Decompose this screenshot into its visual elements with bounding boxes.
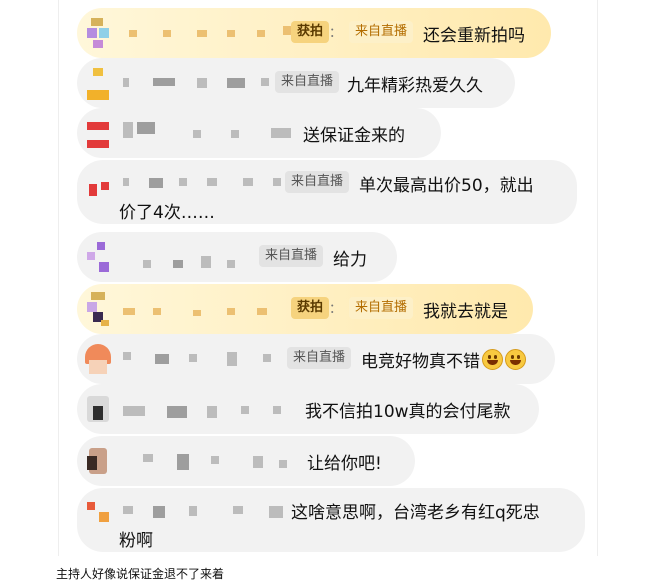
comment-text-line2: 粉啊 <box>119 531 153 551</box>
username-blurred <box>123 58 273 108</box>
comment-bubble-6: 获拍 ： 来自直播 我就去就是 <box>77 284 533 334</box>
comment-text: 我就去就是 <box>423 302 508 322</box>
source-tag: 来自直播 <box>349 297 414 319</box>
comment-bubble-4: 来自直播 单次最高出价50，就出 价了4次…… <box>77 160 577 224</box>
avatar <box>83 238 113 276</box>
comment-text-line1: 这啥意思啊，台湾老乡有红q死忠 <box>291 503 540 523</box>
username-blurred <box>123 108 293 158</box>
source-tag: 来自直播 <box>259 245 324 267</box>
bid-tag: 获拍 <box>291 297 330 319</box>
caption-text: 主持人好像说保证金退不了来着 <box>56 567 225 581</box>
username-blurred <box>123 160 293 200</box>
comment-text-content: 电竞好物真不错 <box>361 352 480 372</box>
username-blurred <box>123 488 293 528</box>
comment-bubble-9: 让给你吧! <box>77 436 415 486</box>
comment-bubble-8: 我不信拍10w真的会付尾款 <box>77 384 539 434</box>
grinning-emoji-icon <box>505 349 526 370</box>
source-tag: 来自直播 <box>287 347 352 369</box>
comment-bubble-10: 这啥意思啊，台湾老乡有红q死忠 粉啊 <box>77 488 585 552</box>
source-tag: 来自直播 <box>349 21 414 43</box>
avatar <box>83 442 113 480</box>
source-tag: 来自直播 <box>285 171 350 193</box>
bid-tag: 获拍 <box>291 21 330 43</box>
avatar <box>83 340 113 378</box>
comment-bubble-2: 来自直播 九年精彩热爱久久 <box>77 58 515 108</box>
comment-text: 我不信拍10w真的会付尾款 <box>305 402 511 422</box>
avatar <box>83 494 113 532</box>
comment-bubble-3: 送保证金来的 <box>77 108 441 158</box>
tag-separator: ： <box>329 302 343 317</box>
avatar <box>83 14 113 52</box>
comment-bubble-1: 获拍 ： 来自直播 还会重新拍吗 <box>77 8 551 58</box>
grinning-emoji-icon <box>482 349 503 370</box>
source-tag: 来自直播 <box>275 71 340 93</box>
comment-text: 九年精彩热爱久久 <box>347 76 483 96</box>
comment-bubble-5: 来自直播 给力 <box>77 232 397 282</box>
username-blurred <box>123 232 253 282</box>
avatar <box>83 114 113 152</box>
comment-text-line2: 价了4次…… <box>119 203 215 223</box>
username-blurred <box>123 384 303 434</box>
comment-bubble-7: 来自直播 电竞好物真不错 <box>77 334 555 384</box>
tag-separator: ： <box>329 26 343 41</box>
username-blurred <box>123 8 293 58</box>
avatar <box>83 390 113 428</box>
comment-text: 让给你吧! <box>307 454 382 474</box>
username-blurred <box>123 436 293 486</box>
avatar <box>83 166 113 204</box>
comment-text: 给力 <box>333 250 367 270</box>
username-blurred <box>123 334 283 384</box>
comment-text-line1: 单次最高出价50，就出 <box>359 176 534 196</box>
comment-text: 电竞好物真不错 <box>361 347 526 372</box>
username-blurred <box>123 284 293 334</box>
avatar <box>83 290 113 328</box>
comment-text: 送保证金来的 <box>303 126 405 146</box>
comment-text: 还会重新拍吗 <box>423 26 525 46</box>
live-comment-feed: 获拍 ： 来自直播 还会重新拍吗 来自直播 九年精彩热爱久久 送保证金来的 来自… <box>58 0 598 556</box>
avatar <box>83 64 113 102</box>
